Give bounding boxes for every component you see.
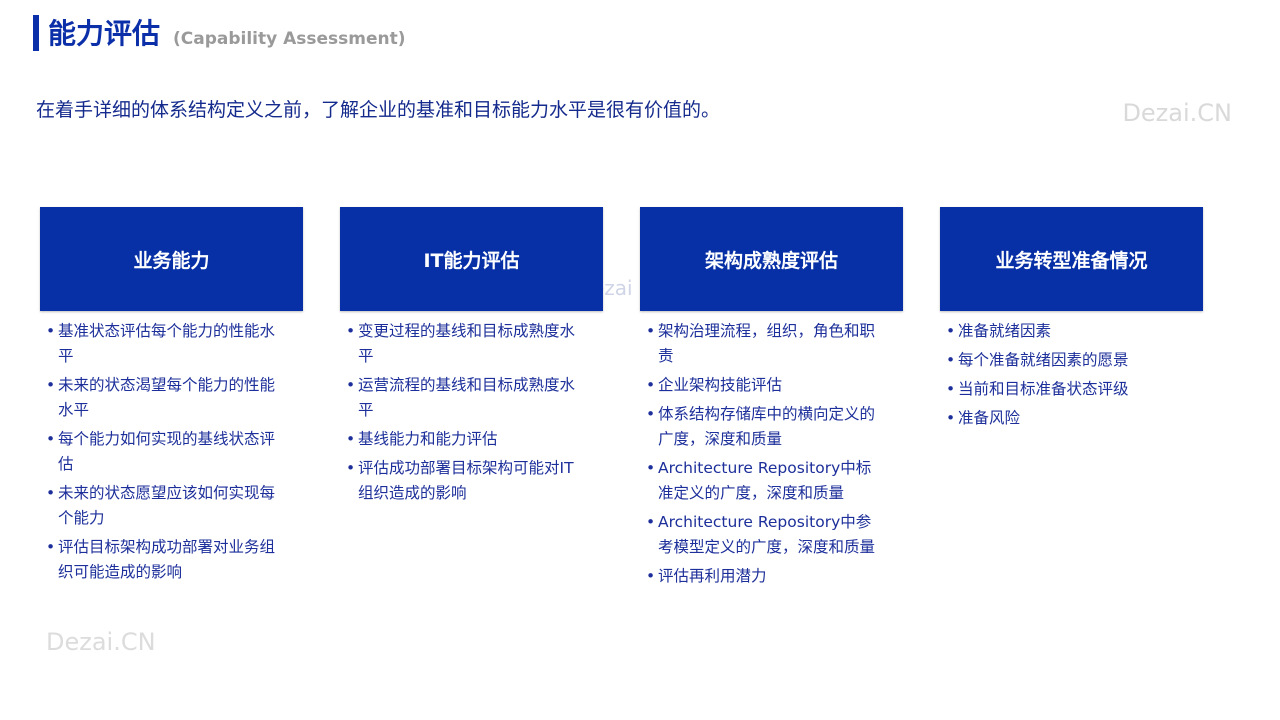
- list-item: 体系结构存储库中的横向定义的广度，深度和质量: [646, 402, 884, 452]
- list-item: Architecture Repository中标准定义的广度，深度和质量: [646, 456, 884, 506]
- card-list: 准备就绪因素 每个准备就绪因素的愿景 当前和目标准备状态评级 准备风险: [940, 319, 1203, 431]
- list-item: 当前和目标准备状态评级: [946, 377, 1184, 402]
- list-item: Architecture Repository中参考模型定义的广度，深度和质量: [646, 510, 884, 560]
- list-item: 评估目标架构成功部署对业务组织可能造成的影响: [46, 535, 284, 585]
- watermark: Dezai.CN: [46, 628, 156, 656]
- list-item: 评估再利用潜力: [646, 564, 884, 589]
- list-item: 基线能力和能力评估: [346, 427, 584, 452]
- list-item: 企业架构技能评估: [646, 373, 884, 398]
- list-item: 每个准备就绪因素的愿景: [946, 348, 1184, 373]
- card-list: 架构治理流程，组织，角色和职责 企业架构技能评估 体系结构存储库中的横向定义的广…: [640, 319, 903, 589]
- card-list: 基准状态评估每个能力的性能水平 未来的状态渴望每个能力的性能水平 每个能力如何实…: [40, 319, 303, 585]
- list-item: 准备风险: [946, 406, 1184, 431]
- intro-text: 在着手详细的体系结构定义之前，了解企业的基准和目标能力水平是很有价值的。: [36, 99, 721, 121]
- card-header: 业务转型准备情况: [940, 207, 1203, 311]
- list-item: 架构治理流程，组织，角色和职责: [646, 319, 884, 369]
- list-item: 每个能力如何实现的基线状态评估: [46, 427, 284, 477]
- card-it-capability: IT能力评估 变更过程的基线和目标成熟度水平 运营流程的基线和目标成熟度水平 基…: [340, 207, 603, 510]
- list-item: 评估成功部署目标架构可能对IT组织造成的影响: [346, 456, 584, 506]
- list-item: 基准状态评估每个能力的性能水平: [46, 319, 284, 369]
- list-item: 准备就绪因素: [946, 319, 1184, 344]
- list-item: 未来的状态愿望应该如何实现每个能力: [46, 481, 284, 531]
- page-title: 能力评估: [48, 17, 161, 50]
- card-architecture-maturity: 架构成熟度评估 架构治理流程，组织，角色和职责 企业架构技能评估 体系结构存储库…: [640, 207, 903, 593]
- card-list: 变更过程的基线和目标成熟度水平 运营流程的基线和目标成熟度水平 基线能力和能力评…: [340, 319, 603, 506]
- card-header: 架构成熟度评估: [640, 207, 903, 311]
- watermark: Dezai.CN: [1122, 99, 1232, 127]
- card-header: IT能力评估: [340, 207, 603, 311]
- page-subtitle: (Capability Assessment): [173, 29, 406, 49]
- title-accent-bar: [33, 15, 39, 51]
- list-item: 未来的状态渴望每个能力的性能水平: [46, 373, 284, 423]
- list-item: 变更过程的基线和目标成熟度水平: [346, 319, 584, 369]
- card-business-transformation-readiness: 业务转型准备情况 准备就绪因素 每个准备就绪因素的愿景 当前和目标准备状态评级 …: [940, 207, 1203, 435]
- list-item: 运营流程的基线和目标成熟度水平: [346, 373, 584, 423]
- card-header: 业务能力: [40, 207, 303, 311]
- card-business-capability: 业务能力 基准状态评估每个能力的性能水平 未来的状态渴望每个能力的性能水平 每个…: [40, 207, 303, 589]
